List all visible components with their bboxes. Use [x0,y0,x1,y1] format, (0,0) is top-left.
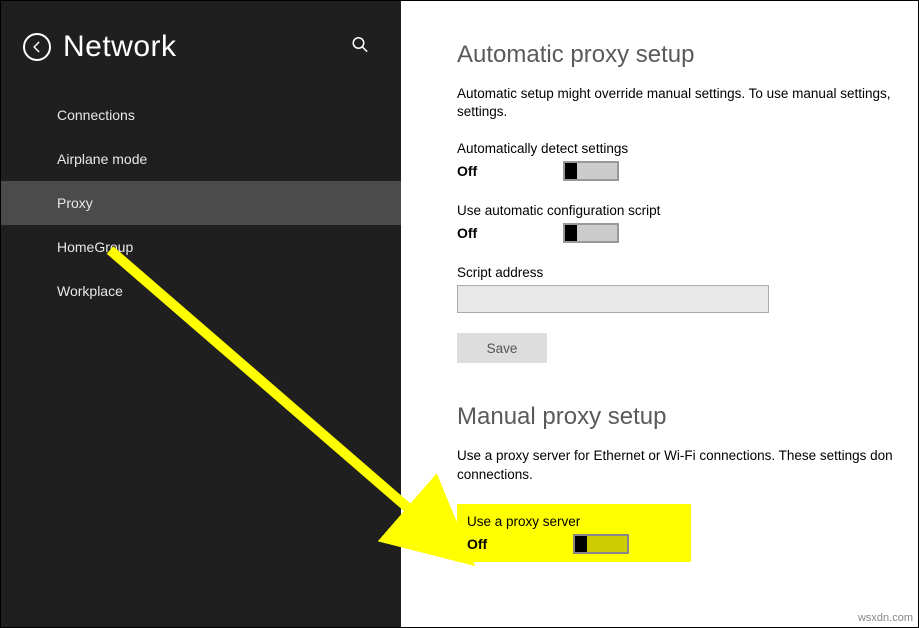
sidebar: Network Connections Airplane mode Proxy … [1,1,401,627]
sidebar-item-label: Connections [57,107,135,123]
sidebar-item-label: HomeGroup [57,239,133,255]
use-proxy-label: Use a proxy server [467,514,681,529]
auto-detect-state: Off [457,163,563,179]
toggle-knob [575,536,587,552]
sidebar-item-proxy[interactable]: Proxy [1,181,401,225]
automatic-proxy-heading: Automatic proxy setup [457,41,918,69]
sidebar-item-label: Airplane mode [57,151,147,167]
auto-detect-toggle-row: Off [457,161,918,181]
back-button[interactable] [23,33,51,61]
use-proxy-toggle[interactable] [573,534,629,554]
auto-detect-label: Automatically detect settings [457,141,918,156]
manual-proxy-heading: Manual proxy setup [457,403,918,431]
sidebar-item-label: Proxy [57,195,93,211]
toggle-knob [565,225,577,241]
search-button[interactable] [351,36,369,59]
auto-script-state: Off [457,225,563,241]
use-proxy-state: Off [467,536,573,552]
auto-script-toggle[interactable] [563,223,619,243]
sidebar-header: Network [1,1,401,93]
sidebar-item-homegroup[interactable]: HomeGroup [1,225,401,269]
script-address-label: Script address [457,265,918,280]
auto-detect-toggle[interactable] [563,161,619,181]
use-proxy-toggle-row: Off [467,534,681,554]
page-title: Network [63,30,177,64]
sidebar-item-workplace[interactable]: Workplace [1,269,401,313]
script-address-input[interactable] [457,285,769,313]
search-icon [351,36,369,54]
auto-script-label: Use automatic configuration script [457,203,918,218]
automatic-proxy-desc: Automatic setup might override manual se… [457,85,918,121]
arrow-left-icon [30,40,44,54]
watermark: wsxdn.com [858,612,913,624]
toggle-knob [565,163,577,179]
manual-proxy-desc: Use a proxy server for Ethernet or Wi-Fi… [457,447,918,483]
content-pane: Automatic proxy setup Automatic setup mi… [401,1,918,627]
sidebar-item-label: Workplace [57,283,123,299]
nav-list: Connections Airplane mode Proxy HomeGrou… [1,93,401,313]
save-button[interactable]: Save [457,333,547,363]
sidebar-item-airplane-mode[interactable]: Airplane mode [1,137,401,181]
sidebar-item-connections[interactable]: Connections [1,93,401,137]
auto-script-toggle-row: Off [457,223,918,243]
annotation-highlight: Use a proxy server Off [457,504,691,562]
